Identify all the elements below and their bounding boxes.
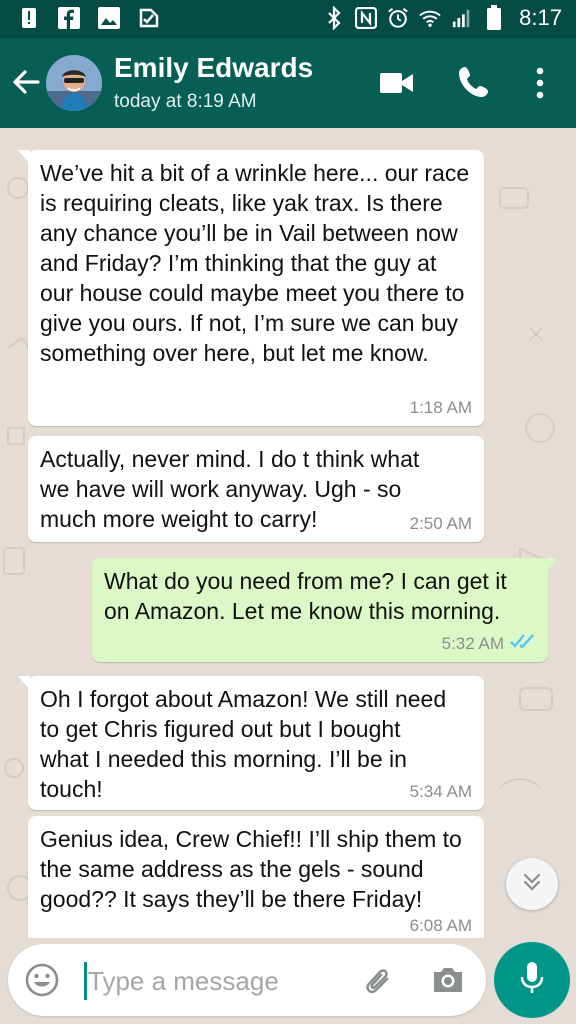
message-time: 2:50 AM bbox=[409, 514, 472, 533]
video-call-icon[interactable] bbox=[378, 68, 416, 98]
camera-icon[interactable] bbox=[430, 962, 466, 998]
contact-name[interactable]: Emily Edwards bbox=[114, 52, 313, 84]
avatar[interactable] bbox=[46, 55, 102, 111]
signal-icon bbox=[451, 7, 473, 29]
message-list[interactable]: We’ve hit a bit of a wrinkle here... our… bbox=[0, 128, 576, 938]
message-text: Genius idea, Crew Chief!! I’ll ship them… bbox=[40, 826, 462, 912]
message-bubble-incoming[interactable]: Actually, never mind. I do t think what … bbox=[28, 436, 484, 542]
facebook-icon bbox=[58, 7, 80, 29]
alert-icon bbox=[18, 7, 40, 29]
double-check-read-icon bbox=[510, 633, 536, 654]
double-chevron-down-icon bbox=[520, 870, 544, 899]
alarm-icon bbox=[387, 7, 409, 29]
message-time: 5:32 AM bbox=[441, 633, 504, 653]
message-input[interactable]: Type a message bbox=[88, 962, 279, 1000]
microphone-button[interactable] bbox=[494, 942, 570, 1018]
message-time: 1:18 AM bbox=[409, 398, 472, 417]
message-bubble-incoming[interactable]: Oh I forgot about Amazon! We still need … bbox=[18, 676, 484, 810]
chat-header: Emily Edwards today at 8:19 AM bbox=[0, 38, 576, 128]
image-icon bbox=[98, 7, 120, 29]
last-seen-status: today at 8:19 AM bbox=[114, 91, 257, 112]
emoji-icon[interactable] bbox=[24, 962, 60, 998]
check-badge-icon bbox=[138, 7, 160, 29]
status-time: 8:17 bbox=[519, 5, 562, 30]
wifi-icon bbox=[419, 7, 441, 29]
message-text: We’ve hit a bit of a wrinkle here... our… bbox=[40, 160, 470, 366]
message-composer[interactable]: Type a message bbox=[8, 944, 486, 1016]
text-cursor bbox=[84, 962, 87, 1000]
microphone-icon bbox=[517, 960, 547, 1001]
message-text: Oh I forgot about Amazon! We still need … bbox=[40, 686, 447, 802]
message-bubble-outgoing[interactable]: What do you need from me? I can get it o… bbox=[92, 558, 558, 662]
phone-call-icon[interactable] bbox=[456, 64, 492, 100]
back-arrow-icon[interactable] bbox=[8, 64, 44, 100]
more-options-icon[interactable] bbox=[528, 66, 552, 100]
message-text: What do you need from me? I can get it o… bbox=[104, 568, 507, 624]
message-bubble-incoming[interactable]: Genius idea, Crew Chief!! I’ll ship them… bbox=[28, 816, 484, 938]
paperclip-icon[interactable] bbox=[360, 962, 396, 998]
scroll-to-bottom-button[interactable] bbox=[506, 858, 558, 910]
nfc-icon bbox=[355, 7, 378, 29]
message-bubble-incoming[interactable]: We’ve hit a bit of a wrinkle here... our… bbox=[18, 150, 484, 426]
status-bar: 8:17 bbox=[0, 0, 576, 38]
message-time: 5:34 AM bbox=[409, 782, 472, 801]
message-time: 6:08 AM bbox=[409, 916, 472, 935]
bluetooth-icon bbox=[323, 6, 345, 30]
battery-icon bbox=[483, 5, 505, 30]
message-text: Actually, never mind. I do t think what … bbox=[40, 446, 420, 532]
